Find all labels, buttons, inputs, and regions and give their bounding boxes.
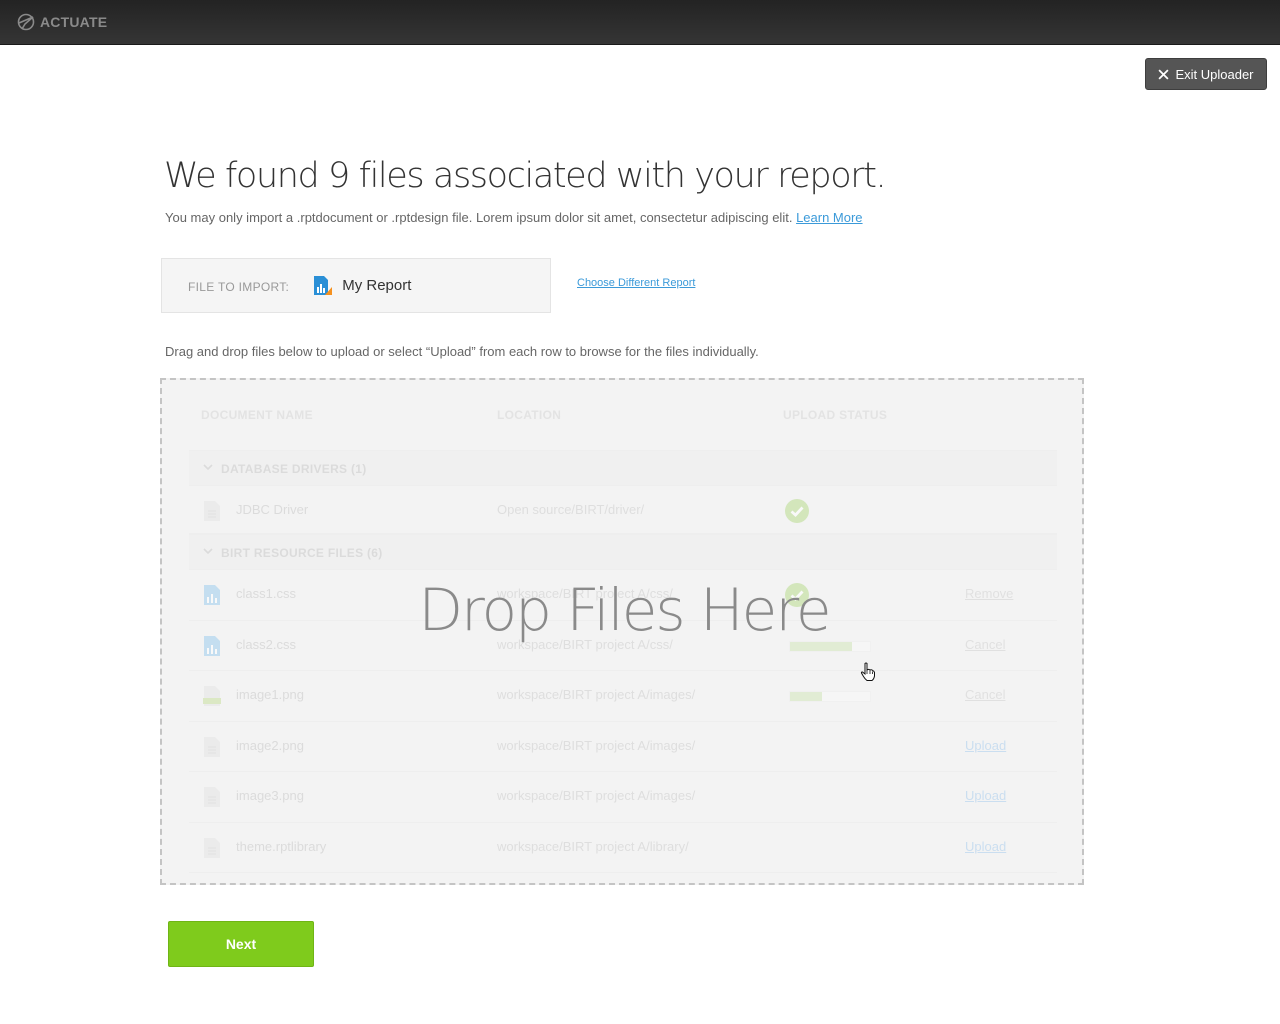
page-subtitle: You may only import a .rptdocument or .r… xyxy=(165,210,863,225)
file-name: theme.rptlibrary xyxy=(236,838,327,854)
table-row: image1.png workspace/BIRT project A/imag… xyxy=(189,671,1057,722)
upload-instructions: Drag and drop files below to upload or s… xyxy=(165,344,759,359)
document-icon xyxy=(204,736,220,757)
upload-link[interactable]: Upload xyxy=(965,788,1006,803)
upload-progress-bar xyxy=(789,691,871,702)
top-bar: ACTUATE xyxy=(0,0,1280,45)
html-file-icon xyxy=(203,686,221,706)
actuate-logo-icon xyxy=(17,13,35,31)
drop-files-here-text: Drop Files Here xyxy=(418,576,831,644)
exit-uploader-button[interactable]: Exit Uploader xyxy=(1145,58,1267,90)
upload-progress-fill xyxy=(790,692,822,701)
upload-link[interactable]: Upload xyxy=(965,738,1006,753)
group-label: DATABASE DRIVERS (1) xyxy=(221,462,367,476)
column-header-upload-status: UPLOAD STATUS xyxy=(783,408,888,422)
check-circle-icon xyxy=(785,499,809,523)
actuate-logo[interactable]: ACTUATE xyxy=(16,12,107,32)
table-row: image3.png workspace/BIRT project A/imag… xyxy=(189,772,1057,823)
file-to-import-label: FILE TO IMPORT: xyxy=(188,279,290,294)
report-file-icon xyxy=(314,276,333,295)
group-label: BIRT RESOURCE FILES (6) xyxy=(221,546,383,560)
document-icon xyxy=(204,501,220,521)
chevron-down-icon xyxy=(203,464,213,471)
table-header: DOCUMENT NAME LOCATION UPLOAD STATUS xyxy=(189,380,1057,450)
column-header-document-name: DOCUMENT NAME xyxy=(201,408,313,422)
drop-zone[interactable]: DOCUMENT NAME LOCATION UPLOAD STATUS DAT… xyxy=(160,378,1084,885)
file-name: image3.png xyxy=(236,788,304,803)
file-location: workspace/BIRT project A/library/ xyxy=(497,838,689,854)
file-name: image2.png xyxy=(236,737,304,753)
table-row: image2.png workspace/BIRT project A/imag… xyxy=(189,722,1057,772)
file-location: workspace/BIRT project A/images/ xyxy=(497,687,696,702)
next-button[interactable]: Next xyxy=(168,921,314,967)
group-row-birt-resource-files[interactable]: BIRT RESOURCE FILES (6) xyxy=(189,534,1057,570)
chevron-down-icon xyxy=(203,548,213,555)
file-location: workspace/BIRT project A/images/ xyxy=(497,788,696,803)
column-header-location: LOCATION xyxy=(497,408,562,422)
upload-link[interactable]: Upload xyxy=(965,839,1006,854)
table-row: JDBC Driver Open source/BIRT/driver/ xyxy=(189,486,1057,534)
file-location: Open source/BIRT/driver/ xyxy=(497,502,645,517)
document-icon xyxy=(204,837,220,858)
subtitle-text: You may only import a .rptdocument or .r… xyxy=(165,210,793,225)
close-icon xyxy=(1158,68,1169,80)
report-name: My Report xyxy=(342,277,412,294)
learn-more-link[interactable]: Learn More xyxy=(796,210,862,225)
document-icon xyxy=(204,787,220,807)
exit-uploader-label: Exit Uploader xyxy=(1175,66,1254,82)
file-to-import-panel: FILE TO IMPORT: My Report xyxy=(161,258,551,313)
cancel-link[interactable]: Cancel xyxy=(965,687,1005,702)
page-title: We found 9 files associated with your re… xyxy=(164,156,887,196)
file-name: JDBC Driver xyxy=(236,502,309,517)
file-location: workspace/BIRT project A/images/ xyxy=(497,737,696,753)
choose-different-report-link[interactable]: Choose Different Report xyxy=(577,277,695,289)
table-row: theme.rptlibrary workspace/BIRT project … xyxy=(189,823,1057,873)
hand-cursor-icon xyxy=(860,662,875,681)
file-name: image1.png xyxy=(236,687,304,702)
group-row-database-drivers[interactable]: DATABASE DRIVERS (1) xyxy=(189,450,1057,486)
brand-name: ACTUATE xyxy=(40,14,108,30)
